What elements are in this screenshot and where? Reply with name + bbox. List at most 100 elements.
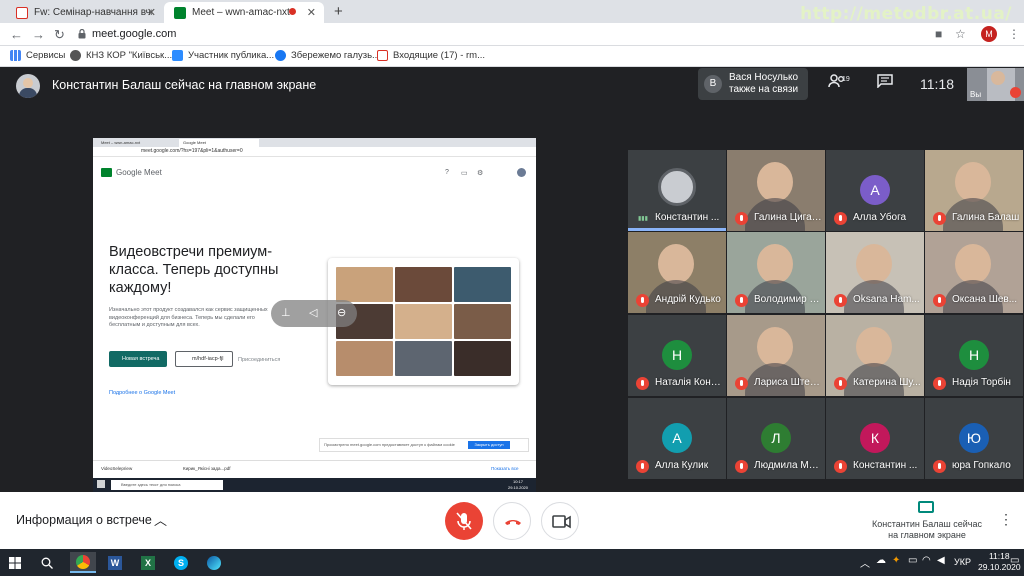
participant-tile[interactable]: Oksana Ham... xyxy=(826,232,924,313)
browser-tab-gmail[interactable]: Fw: Семінар-навчання вчителів ✕ xyxy=(6,2,164,23)
gmail-icon xyxy=(16,6,28,19)
participant-tile[interactable]: Н Надія Торбін xyxy=(925,315,1023,396)
participant-video xyxy=(955,244,991,284)
presented-tab-bar: Meet – wwn-amac-nxt Google Meet xyxy=(93,138,536,147)
promo-video-grid xyxy=(328,258,519,385)
participant-tile[interactable]: Галина Балаш xyxy=(925,150,1023,231)
participant-name: Константин ... xyxy=(853,460,918,471)
recording-dot-icon xyxy=(289,6,296,18)
more-options-icon[interactable]: ⋮ xyxy=(999,511,1013,528)
downloads-bar: VideoSelepriew Кирик_Якісні зада...pdf П… xyxy=(93,460,536,476)
chevron-up-icon[interactable]: ︿ xyxy=(154,510,167,529)
back-icon[interactable]: ← xyxy=(10,27,23,42)
browser-tab-meet[interactable]: Meet – wwn-amac-nxt ✕ xyxy=(164,2,324,23)
bookmark-item[interactable]: КНЗ КОР "Київськ... xyxy=(70,50,172,61)
participant-name: Алла Убога xyxy=(853,212,907,223)
mic-off-icon xyxy=(735,460,748,473)
language-indicator[interactable]: УКР xyxy=(954,557,971,567)
tray-app-icon[interactable]: ☁ xyxy=(876,555,886,566)
close-icon[interactable]: ✕ xyxy=(147,6,156,19)
self-view-tile[interactable]: Вы xyxy=(967,68,1024,101)
edge-icon[interactable] xyxy=(203,552,225,573)
participant-tile[interactable]: Андрій Кудько xyxy=(628,232,726,313)
download-item: Кирик_Якісні зада...pdf xyxy=(183,466,231,471)
mic-off-icon xyxy=(933,460,946,473)
chrome-taskbar-icon[interactable] xyxy=(70,552,96,573)
wifi-icon[interactable]: ◠ xyxy=(922,555,931,566)
participant-tile[interactable]: К Константин ... xyxy=(826,398,924,479)
star-icon[interactable]: ☆ xyxy=(955,27,966,41)
chat-icon[interactable] xyxy=(877,74,893,88)
participant-tile[interactable]: Володимир Л... xyxy=(727,232,825,313)
avatar: Н xyxy=(959,340,989,370)
search-icon[interactable] xyxy=(36,552,58,573)
bookmark-item[interactable]: Сервисы xyxy=(10,50,65,61)
forward-icon[interactable]: → xyxy=(32,27,45,42)
chevron-up-icon[interactable]: ︿ xyxy=(860,555,870,570)
bookmark-label: Входящие (17) - rm... xyxy=(393,50,486,61)
windows-start-icon[interactable] xyxy=(4,552,26,573)
skype-icon[interactable]: S xyxy=(170,552,192,573)
mic-off-icon xyxy=(456,512,472,530)
bookmark-item[interactable]: Участник публика... xyxy=(172,50,274,61)
presented-address-bar: meet.google.com/?hs=197&pli=1&authuser=0 xyxy=(93,147,536,157)
participant-name: Наталія Коно... xyxy=(655,377,723,388)
avatar: Ю xyxy=(959,423,989,453)
mic-off-icon xyxy=(735,294,748,307)
participant-video xyxy=(856,244,892,284)
more-icon[interactable]: ⋮ xyxy=(1008,27,1020,41)
avatar: К xyxy=(860,423,890,453)
leave-call-button[interactable] xyxy=(493,502,531,540)
camera-icon[interactable]: ■ xyxy=(935,27,942,41)
participant-tile[interactable]: Лариса Штеф... xyxy=(727,315,825,396)
tab-label: Fw: Семінар-навчання вчителів xyxy=(34,7,152,18)
participant-tile[interactable]: Ююра Гопкало xyxy=(925,398,1023,479)
close-icon[interactable]: ✕ xyxy=(307,6,316,19)
present-screen-icon[interactable] xyxy=(918,501,934,513)
participant-tile[interactable]: Н Наталія Коно... xyxy=(628,315,726,396)
participant-tile[interactable]: А Алла Кулик xyxy=(628,398,726,479)
camera-toggle-button[interactable] xyxy=(541,502,579,540)
windows-icon xyxy=(97,480,105,488)
participant-tile[interactable]: Л Людмила Ма... xyxy=(727,398,825,479)
bookmark-label: Участник публика... xyxy=(188,50,275,61)
meeting-code-input: m/hdf-iacp-fjl xyxy=(175,351,233,367)
avatar: А xyxy=(662,423,692,453)
avatar: В xyxy=(704,75,722,93)
excel-icon[interactable]: X xyxy=(137,552,159,573)
new-tab-button[interactable]: + xyxy=(334,3,343,20)
participant-tile[interactable]: А Алла Убога xyxy=(826,150,924,231)
bookmarks-bar: Сервисы КНЗ КОР "Київськ... Участник пуб… xyxy=(0,46,1024,67)
mic-off-icon xyxy=(834,212,847,225)
people-count: 19 xyxy=(842,76,850,83)
participant-name: Алла Кулик xyxy=(655,460,709,471)
reload-icon[interactable]: ↻ xyxy=(54,27,65,43)
participant-tile[interactable]: Галина Циган... xyxy=(727,150,825,231)
gmail-icon xyxy=(377,50,388,61)
mic-toggle-button[interactable] xyxy=(445,502,483,540)
bookmark-label: Збережемо галузь... xyxy=(291,50,380,61)
meeting-controls-bar: Информация о встрече ︿ Константин Балаш … xyxy=(0,492,1024,549)
participant-tile[interactable]: Катерина Шу... xyxy=(826,315,924,396)
meeting-info-button[interactable]: Информация о встрече xyxy=(16,513,152,527)
mic-off-icon xyxy=(735,377,748,390)
profile-avatar[interactable]: M xyxy=(981,26,997,42)
participant-name: Константин ... xyxy=(655,212,720,223)
network-icon[interactable]: ▭ xyxy=(908,555,917,566)
lock-icon xyxy=(78,29,86,39)
participant-tile[interactable]: ▮▮▮ Константин ... xyxy=(628,150,726,231)
speaking-icon: ▮▮▮ xyxy=(638,216,648,222)
bookmark-item[interactable]: Збережемо галузь... xyxy=(275,50,380,61)
participant-tile[interactable]: Оксана Шев... xyxy=(925,232,1023,313)
word-icon[interactable]: W xyxy=(104,552,126,573)
tray-app-icon[interactable]: ✦ xyxy=(892,555,900,566)
browser-tab-bar: Fw: Семінар-навчання вчителів ✕ Meet – w… xyxy=(0,0,1024,24)
volume-icon[interactable]: ◀ xyxy=(937,555,945,566)
avatar: Л xyxy=(761,423,791,453)
notifications-icon[interactable]: ▭ xyxy=(1010,555,1019,566)
bookmark-item[interactable]: Входящие (17) - rm... xyxy=(377,50,485,61)
presented-taskbar: Введите здесь текст для поиска 10:17 29.… xyxy=(93,478,536,492)
mic-off-icon xyxy=(636,460,649,473)
url-field[interactable]: meet.google.com xyxy=(92,28,176,40)
taskbar-search: Введите здесь текст для поиска xyxy=(111,480,223,490)
